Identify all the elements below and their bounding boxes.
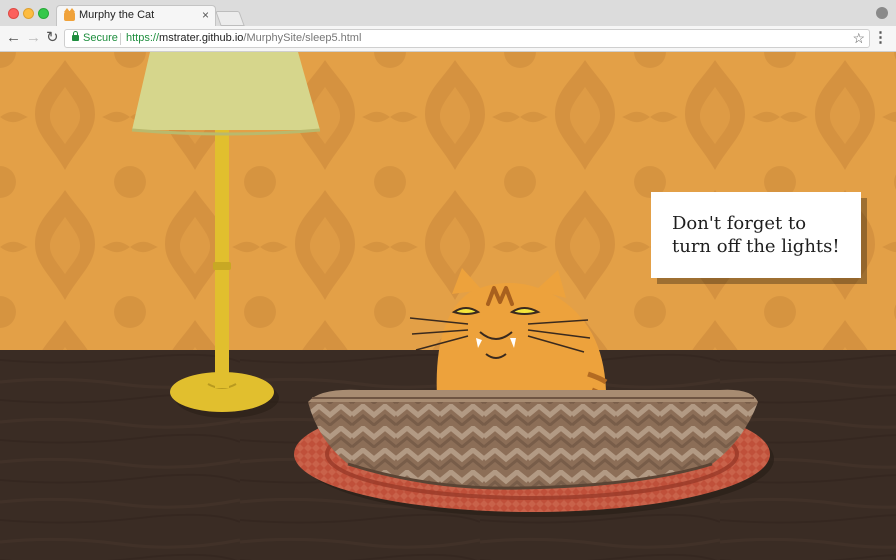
star-icon[interactable]: ☆ <box>852 30 865 47</box>
message-line-1: Don't forget to <box>672 213 807 234</box>
profile-icon[interactable] <box>876 7 888 19</box>
tab-murphy-the-cat[interactable]: Murphy the Cat × <box>56 5 216 26</box>
address-bar[interactable]: Secure https://mstrater.github.io/Murphy… <box>64 29 870 48</box>
page-content: Don't forget to turn off the lights! <box>0 52 896 560</box>
forward-arrow-icon[interactable]: → <box>26 30 41 46</box>
lock-icon <box>72 31 79 41</box>
cat-favicon-icon <box>64 8 75 21</box>
speech-bubble: Don't forget to turn off the lights! <box>651 192 861 278</box>
back-arrow-icon[interactable]: ← <box>6 30 21 46</box>
reload-icon[interactable]: ↻ <box>46 30 59 46</box>
tab-close-icon[interactable]: × <box>202 8 209 22</box>
browser-toolbar: ← → ↻ Secure https://mstrater.github.io/… <box>0 26 896 52</box>
scene-illustration <box>0 52 896 560</box>
url-text[interactable]: https://mstrater.github.io/MurphySite/sl… <box>126 32 361 44</box>
url-path: /MurphySite/sleep5.html <box>243 32 362 44</box>
window-close-button[interactable] <box>8 8 19 19</box>
new-tab-button[interactable] <box>215 11 245 26</box>
secure-label: Secure <box>83 32 118 44</box>
message-line-2: turn off the lights! <box>672 236 840 257</box>
window-maximize-button[interactable] <box>38 8 49 19</box>
url-host: mstrater.github.io <box>159 32 244 44</box>
window-minimize-button[interactable] <box>23 8 34 19</box>
browser-chrome: Murphy the Cat × ← → ↻ Secure https://ms… <box>0 0 896 52</box>
tab-title: Murphy the Cat <box>79 9 155 21</box>
tab-strip: Murphy the Cat × <box>0 0 896 26</box>
address-separator <box>120 33 121 45</box>
kebab-menu-icon[interactable]: ⋮ <box>873 30 888 46</box>
url-scheme: https:// <box>126 32 160 44</box>
